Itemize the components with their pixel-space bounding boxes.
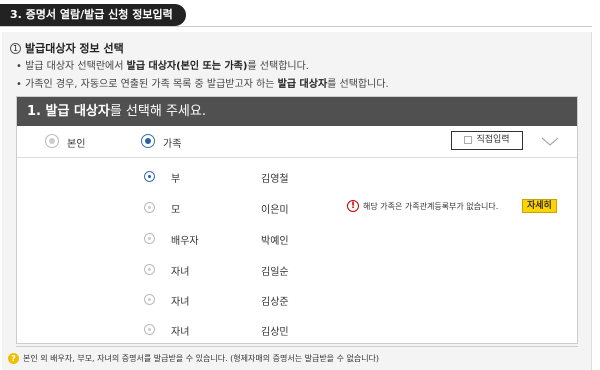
self-label: 본인 [67,139,86,150]
radio-icon[interactable] [144,171,155,182]
divider [0,26,592,27]
help-note: ? 본인 외 배우자, 부모, 자녀의 증명서를 발급받을 수 있습니다. (형… [8,353,379,364]
panel-header: 1. 발급 대상자를 선택해 주세요. [17,97,577,126]
family-row-mother[interactable]: 모 이은미 ! 해당 가족은 가족관계등록부가 없습니다. 자세히 [17,198,577,218]
target-panel: 1. 발급 대상자를 선택해 주세요. 본인 가족 직접입력 부 김영철 모 이… [16,96,578,344]
radio-icon[interactable] [144,324,155,335]
radio-icon[interactable] [144,233,155,244]
radio-icon[interactable] [144,202,155,213]
chevron-down-icon[interactable] [541,132,559,150]
family-row-father[interactable]: 부 김영철 [17,167,577,187]
family-row-child-2[interactable]: 자녀 김상준 [17,290,577,310]
self-radio[interactable] [45,134,59,148]
detail-button[interactable]: 자세히 [522,199,557,213]
radio-icon[interactable] [144,294,155,305]
instruction-1: • 발급 대상자 선택란에서 발급 대상자(본인 또는 가족)를 선택합니다. [16,61,309,72]
family-radio[interactable] [141,134,155,148]
family-row-spouse[interactable]: 배우자 박예인 [17,229,577,249]
divider [16,346,578,347]
radio-icon[interactable] [144,264,155,275]
family-row-child-1[interactable]: 자녀 김일순 [17,260,577,280]
checkbox-icon [464,135,473,144]
section-heading: 1 발급대상자 정보 선택 [10,40,124,56]
target-choice-row: 본인 가족 직접입력 [17,126,577,158]
step-title: 3. 증명서 열람/발급 신청 정보입력 [0,4,186,26]
section-title: 발급대상자 정보 선택 [25,42,124,55]
section-number-icon: 1 [10,42,21,54]
family-label: 가족 [163,139,182,150]
direct-input-button[interactable]: 직접입력 [451,131,523,150]
warning-message: ! 해당 가족은 가족관계등록부가 없습니다. [347,200,498,212]
question-icon: ? [8,353,19,364]
instruction-2: • 가족인 경우, 자동으로 연출된 가족 목록 중 발급받고자 하는 발급 대… [16,79,389,90]
warning-icon: ! [347,200,359,212]
family-row-child-3[interactable]: 자녀 김상민 [17,320,577,340]
